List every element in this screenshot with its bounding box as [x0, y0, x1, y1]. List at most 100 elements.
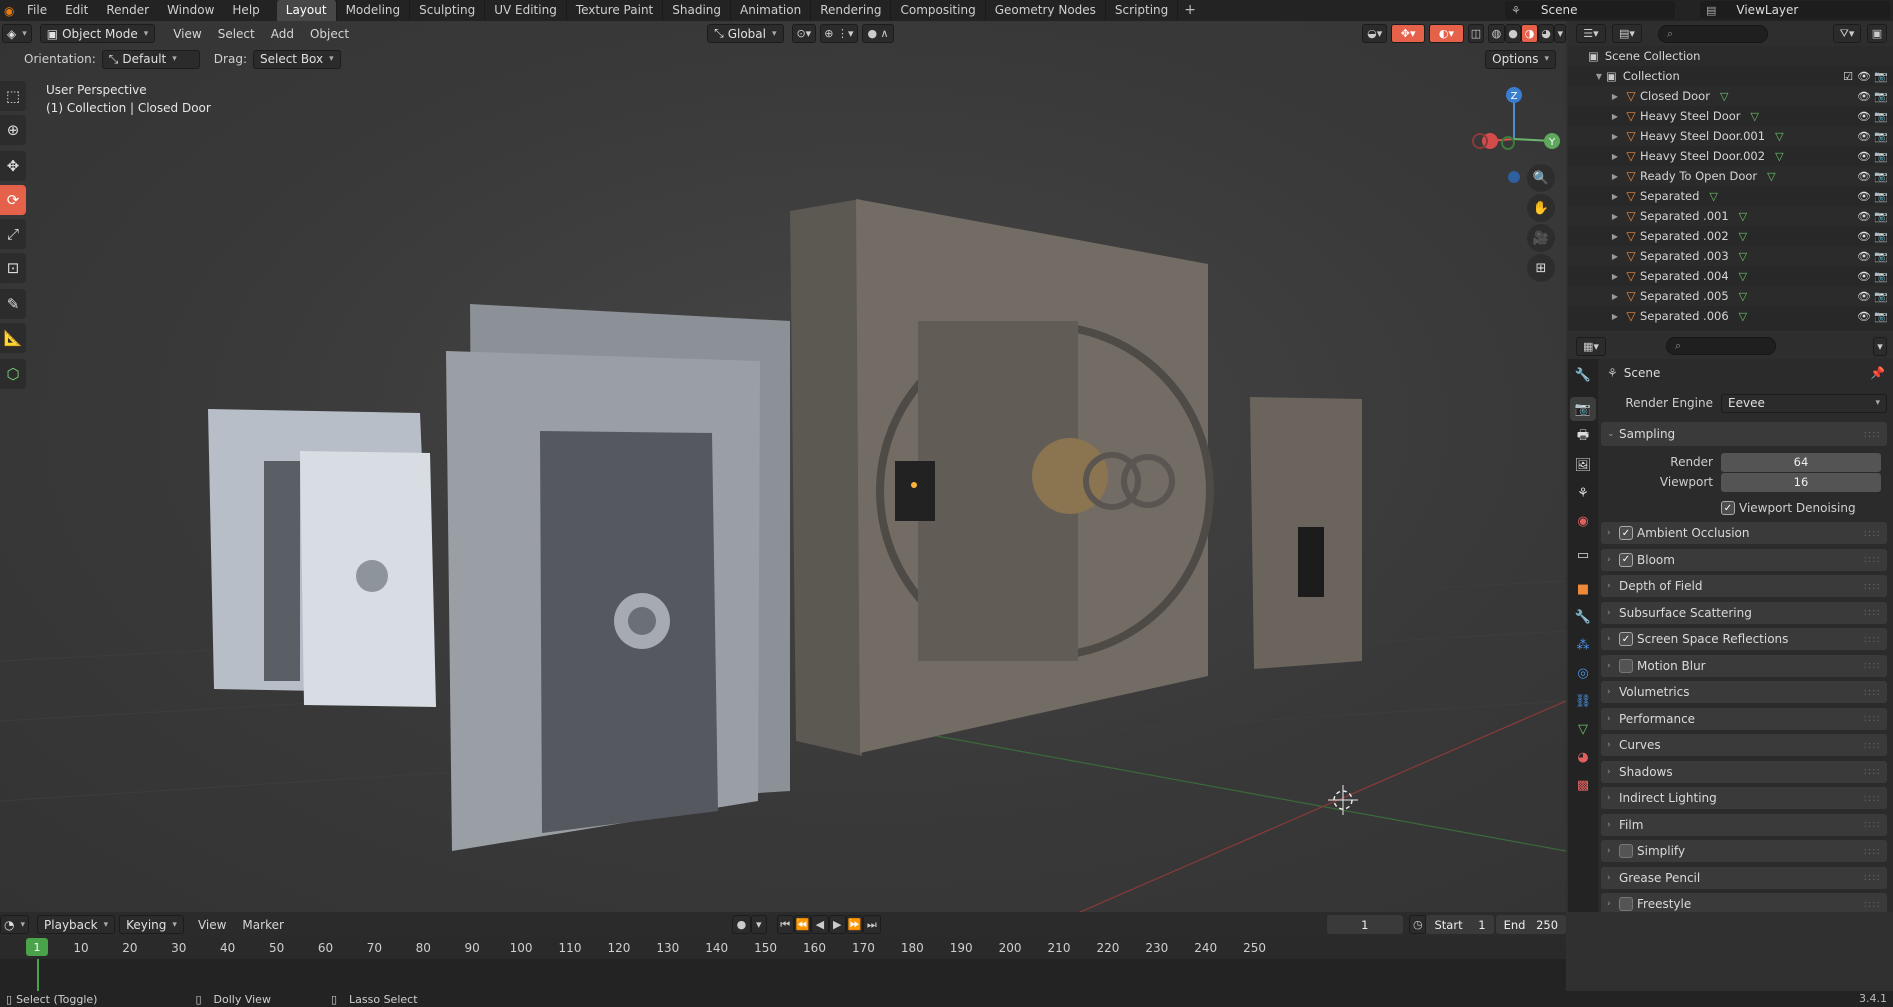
menu-window[interactable]: Window: [158, 0, 223, 21]
mesh-data-icon[interactable]: ▽: [1739, 310, 1747, 323]
eye-icon[interactable]: 👁: [1857, 90, 1871, 103]
object-name[interactable]: Closed Door: [1640, 89, 1710, 103]
preview-range-icon[interactable]: ◷: [1409, 915, 1427, 934]
pivot-icon[interactable]: ⊙▾: [791, 24, 817, 43]
drag-handle-icon[interactable]: ::::: [1864, 660, 1881, 671]
outliner-search-input[interactable]: ⌕: [1658, 24, 1768, 43]
panel-header[interactable]: › ✓ Ambient Occlusion::::: [1601, 522, 1887, 544]
panel-header[interactable]: › Motion Blur::::: [1601, 654, 1887, 677]
xray-icon[interactable]: ◫: [1467, 24, 1485, 43]
modifier-tab-icon[interactable]: 🔧: [1570, 605, 1596, 629]
overlay-toggle-icon[interactable]: ◐▾: [1429, 24, 1464, 43]
eye-icon[interactable]: 👁: [1857, 250, 1871, 263]
tab-shading[interactable]: Shading: [663, 0, 731, 21]
camera-icon[interactable]: 📷: [1874, 310, 1888, 323]
expand-icon[interactable]: ▶: [1608, 172, 1622, 181]
mesh-data-icon[interactable]: ▽: [1709, 190, 1717, 203]
move-icon[interactable]: ✥: [0, 151, 26, 181]
panel-header[interactable]: › Volumetrics::::: [1601, 681, 1887, 703]
camera-view-icon[interactable]: 🎥: [1527, 224, 1555, 252]
checkbox-icon[interactable]: ☑: [1843, 70, 1853, 83]
camera-icon[interactable]: 📷: [1874, 70, 1888, 83]
tab-compositing[interactable]: Compositing: [891, 0, 986, 21]
constraints-tab-icon[interactable]: ⛓: [1570, 689, 1596, 713]
panel-checkbox[interactable]: [1619, 897, 1633, 911]
timeline-editor-type[interactable]: ◔ ▾: [0, 915, 30, 934]
camera-icon[interactable]: 📷: [1874, 110, 1888, 123]
visibility-icon[interactable]: ◒▾: [1362, 24, 1387, 43]
3d-viewport[interactable]: ◈ ▾ ▣ Object Mode ▾ View Select Add Object …: [0, 21, 1566, 912]
measure-icon[interactable]: 📐: [0, 323, 26, 353]
eye-icon[interactable]: 👁: [1857, 270, 1871, 283]
tab-animation[interactable]: Animation: [731, 0, 812, 21]
scene-tab-icon[interactable]: ⚘: [1570, 481, 1596, 505]
playhead-frame[interactable]: 1: [26, 938, 48, 956]
gizmo-toggle-icon[interactable]: ✥▾: [1391, 24, 1426, 43]
tab-layout[interactable]: Layout: [276, 0, 337, 21]
menu-render[interactable]: Render: [97, 0, 158, 21]
world-tab-icon[interactable]: ◉: [1570, 509, 1596, 533]
drag-handle-icon[interactable]: ::::: [1864, 429, 1881, 440]
play-reverse-icon[interactable]: ◀: [811, 915, 829, 934]
auto-key-options-icon[interactable]: ▾: [750, 915, 767, 934]
panel-header[interactable]: › ✓ Bloom::::: [1601, 548, 1887, 571]
panel-header[interactable]: › Freestyle::::: [1601, 893, 1887, 912]
zoom-icon[interactable]: 🔍: [1527, 164, 1555, 192]
menu-select[interactable]: Select: [210, 27, 263, 41]
output-tab-icon[interactable]: 🖶: [1570, 425, 1596, 449]
mesh-data-icon[interactable]: ▽: [1775, 130, 1783, 143]
outliner-editor-type-icon[interactable]: ☰▾: [1576, 24, 1606, 43]
filter-icon[interactable]: ⛛▾: [1833, 24, 1861, 43]
panel-checkbox[interactable]: [1619, 844, 1633, 858]
mesh-data-icon[interactable]: ▽: [1720, 90, 1728, 103]
options-button[interactable]: Options ▾: [1485, 49, 1556, 69]
object-name[interactable]: Separated .002: [1640, 229, 1729, 243]
props-editor-type-icon[interactable]: ▦▾: [1576, 336, 1606, 356]
mode-dropdown[interactable]: ▣ Object Mode ▾: [39, 24, 156, 43]
drag-handle-icon[interactable]: ::::: [1864, 899, 1881, 910]
panel-header[interactable]: › Performance::::: [1601, 707, 1887, 730]
panel-checkbox[interactable]: [1619, 658, 1633, 673]
tab-modeling[interactable]: Modeling: [337, 0, 411, 21]
properties-search-input[interactable]: ⌕: [1666, 337, 1776, 355]
blender-logo-icon[interactable]: ◉: [4, 4, 18, 18]
object-name[interactable]: Separated .004: [1640, 269, 1729, 283]
timeline-menu-view[interactable]: View: [190, 918, 234, 932]
expand-icon[interactable]: ▶: [1608, 132, 1622, 141]
camera-icon[interactable]: 📷: [1874, 230, 1888, 243]
expand-icon[interactable]: ▶: [1608, 292, 1622, 301]
tab-rendering[interactable]: Rendering: [811, 0, 892, 21]
play-icon[interactable]: ▶: [828, 915, 846, 934]
transform-icon[interactable]: ⊡: [0, 253, 26, 283]
display-mode-icon[interactable]: ▤▾: [1612, 24, 1642, 43]
drag-handle-icon[interactable]: ::::: [1864, 793, 1881, 804]
collection-tab-icon[interactable]: ▭: [1570, 543, 1596, 567]
outliner-object-row[interactable]: ▶ ▽ Heavy Steel Door ▽ 👁 📷: [1568, 106, 1893, 126]
scale-icon[interactable]: ⤢: [0, 219, 26, 249]
menu-add[interactable]: Add: [263, 27, 302, 41]
outliner-object-row[interactable]: ▶ ▽ Separated .005 ▽ 👁 📷: [1568, 286, 1893, 306]
eye-icon[interactable]: 👁: [1857, 210, 1871, 223]
eye-icon[interactable]: 👁: [1857, 230, 1871, 243]
keying-dropdown[interactable]: Keying ▾: [119, 915, 184, 934]
frame-ruler[interactable]: 10 20 30 40 50 60 70 80 90 100 110 120 130 140 150 160 1…: [0, 937, 1566, 959]
outliner-object-row[interactable]: ▶ ▽ Separated .004 ▽ 👁 📷: [1568, 266, 1893, 286]
render-tab-icon[interactable]: 📷: [1570, 397, 1596, 421]
eye-icon[interactable]: 👁: [1857, 110, 1871, 123]
object-name[interactable]: Separated .005: [1640, 289, 1729, 303]
camera-icon[interactable]: 📷: [1874, 210, 1888, 223]
object-name[interactable]: Separated .001: [1640, 209, 1729, 223]
mesh-data-icon[interactable]: ▽: [1739, 250, 1747, 263]
panel-checkbox[interactable]: ✓: [1619, 632, 1633, 646]
object-name[interactable]: Heavy Steel Door.002: [1640, 149, 1765, 163]
orientation-dropdown[interactable]: ⤡ Default ▾: [101, 49, 200, 69]
shading-solid-icon[interactable]: ●: [1504, 24, 1522, 43]
mesh-data-icon[interactable]: ▽: [1767, 170, 1775, 183]
data-tab-icon[interactable]: ▽: [1570, 717, 1596, 741]
panel-header[interactable]: › ✓ Screen Space Reflections::::: [1601, 628, 1887, 650]
camera-icon[interactable]: 📷: [1874, 90, 1888, 103]
material-tab-icon[interactable]: ◕: [1570, 745, 1596, 769]
drag-handle-icon[interactable]: ::::: [1864, 819, 1881, 830]
current-frame-field[interactable]: 1: [1326, 915, 1404, 934]
panel-checkbox[interactable]: ✓: [1619, 526, 1633, 540]
